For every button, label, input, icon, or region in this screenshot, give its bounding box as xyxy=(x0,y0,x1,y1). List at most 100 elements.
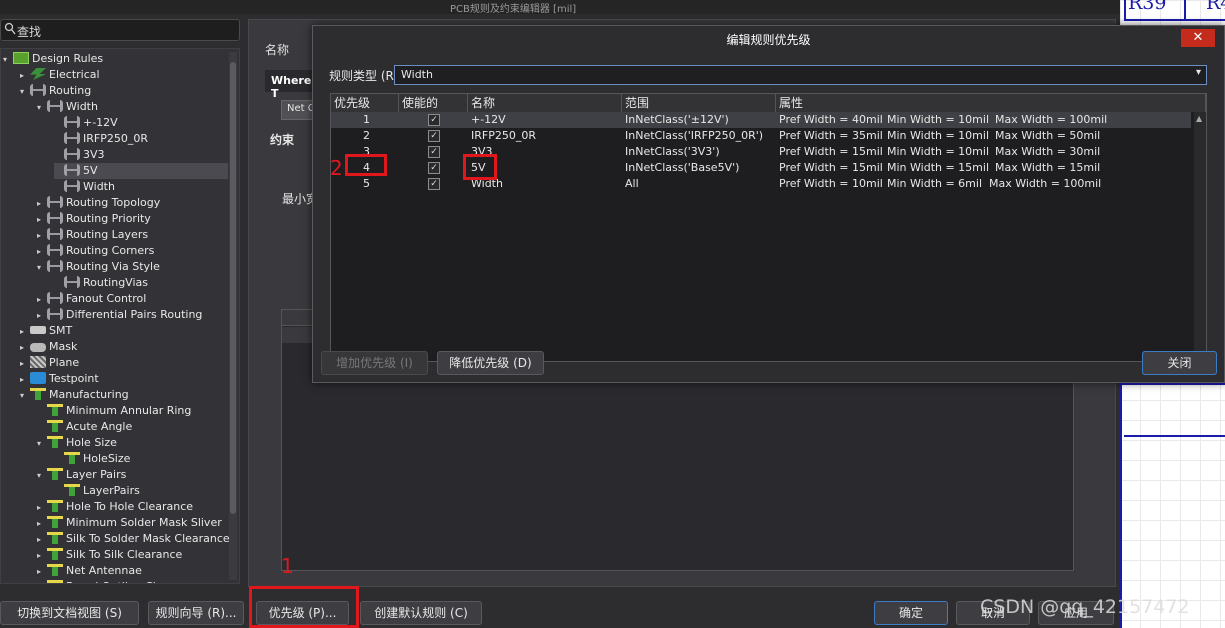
tree-item[interactable]: RoutingVias xyxy=(54,275,148,291)
tree-item[interactable]: ▸ Silk To Silk Clearance xyxy=(37,547,182,563)
tree-scroll-thumb[interactable] xyxy=(230,62,236,514)
enabled-checkbox[interactable]: ✓ xyxy=(428,178,440,190)
tree-item[interactable]: ▸ Routing Layers xyxy=(37,227,148,243)
collapse-arrow-icon[interactable]: ▸ xyxy=(37,292,47,308)
collapse-arrow-icon[interactable]: ▸ xyxy=(20,324,30,340)
tree-item[interactable]: Width xyxy=(54,179,115,195)
tree-item[interactable]: ▾ Width xyxy=(37,99,98,115)
tree-item[interactable]: ▸ Differential Pairs Routing xyxy=(37,307,202,323)
tree-item[interactable]: ▸ Silk To Solder Mask Clearance xyxy=(37,531,230,547)
tree-item[interactable]: ▾ Design Rules xyxy=(3,51,103,67)
enabled-checkbox[interactable]: ✓ xyxy=(428,162,440,174)
tree-item[interactable]: ▸ Plane xyxy=(20,355,79,371)
collapse-arrow-icon[interactable]: ▸ xyxy=(37,308,47,324)
table-row[interactable]: 1 +-12V InNetClass('±12V') Pref Width = 40m… xyxy=(331,112,1191,128)
tree-item[interactable]: ▸ Testpoint xyxy=(20,371,99,387)
tree-item[interactable]: ▸ Routing Corners xyxy=(37,243,154,259)
search-icon xyxy=(4,22,16,35)
tree-item-label: Plane xyxy=(49,356,80,369)
scroll-up-arrow-icon[interactable]: ▲ xyxy=(1196,114,1202,123)
collapse-arrow-icon[interactable]: ▸ xyxy=(37,228,47,244)
expand-arrow-icon[interactable]: ▾ xyxy=(37,100,47,116)
increase-priority-button[interactable]: 增加优先级 (I) xyxy=(321,351,428,375)
collapse-arrow-icon[interactable]: ▸ xyxy=(20,340,30,356)
collapse-arrow-icon[interactable]: ▸ xyxy=(20,356,30,372)
switch-to-document-view-button[interactable]: 切换到文档视图 (S) xyxy=(0,601,139,625)
tree-item[interactable]: ▸ Routing Topology xyxy=(37,195,160,211)
rules-tree[interactable]: ▾ Design Rules ▸ Electrical ▾ Routing ▾ Width +-… xyxy=(0,48,240,584)
tree-item[interactable]: ▸ Board Outline Cl xyxy=(37,579,156,583)
collapse-arrow-icon[interactable]: ▸ xyxy=(37,500,47,516)
table-row[interactable]: 3 3V3 InNetClass('3V3') Pref Width = 15mil M… xyxy=(331,144,1191,160)
route-rule-icon xyxy=(64,148,80,160)
col-header-enabled[interactable]: 使能的 xyxy=(399,94,468,112)
table-row[interactable]: 4 5V InNetClass('Base5V') Pref Width = 15mi… xyxy=(331,160,1191,176)
table-row[interactable]: 2 IRFP250_0R InNetClass('IRFP250_0R') Pref … xyxy=(331,128,1191,144)
rule-priority-grid[interactable]: 优先级 使能的 名称 范围 属性 1 +-12V InNetClass('±12V'… xyxy=(330,93,1207,362)
rule-type-select[interactable]: Width ▾ xyxy=(394,65,1207,85)
grid-scrollbar[interactable]: ▲ xyxy=(1194,112,1206,361)
decrease-priority-button[interactable]: 降低优先级 (D) xyxy=(437,351,544,375)
expand-arrow-icon[interactable]: ▾ xyxy=(3,52,13,68)
tree-item-label: Acute Angle xyxy=(66,420,133,433)
create-default-rules-button[interactable]: 创建默认规则 (C) xyxy=(360,601,482,625)
chevron-down-icon: ▾ xyxy=(1195,67,1201,78)
collapse-arrow-icon[interactable]: ▸ xyxy=(37,244,47,260)
expand-arrow-icon[interactable]: ▾ xyxy=(37,436,47,452)
enabled-checkbox[interactable]: ✓ xyxy=(428,146,440,158)
tree-item[interactable]: ▾ Hole Size xyxy=(37,435,117,451)
tree-item[interactable]: Acute Angle xyxy=(37,419,132,435)
collapse-arrow-icon[interactable]: ▸ xyxy=(37,196,47,212)
tree-item[interactable]: ▸ Mask xyxy=(20,339,77,355)
search-input[interactable]: 查找 xyxy=(0,19,240,41)
tree-item[interactable]: IRFP250_0R xyxy=(54,131,148,147)
close-dialog-button[interactable]: 关闭 xyxy=(1142,351,1217,375)
collapse-arrow-icon[interactable]: ▸ xyxy=(37,580,47,583)
tree-item[interactable]: HoleSize xyxy=(54,451,130,467)
tree-item-label: Silk To Silk Clearance xyxy=(66,548,183,561)
rule-wizard-button[interactable]: 规则向导 (R)... xyxy=(148,601,244,625)
tree-item[interactable]: ▸ Hole To Hole Clearance xyxy=(37,499,193,515)
collapse-arrow-icon[interactable]: ▸ xyxy=(37,564,47,580)
tree-item[interactable]: 5V xyxy=(54,163,228,179)
collapse-arrow-icon[interactable]: ▸ xyxy=(20,372,30,388)
expand-arrow-icon[interactable]: ▾ xyxy=(20,84,30,100)
tree-item[interactable]: +-12V xyxy=(54,115,118,131)
route-rule-icon xyxy=(64,180,80,192)
collapse-arrow-icon[interactable]: ▸ xyxy=(37,548,47,564)
table-row[interactable]: 5 Width All Pref Width = 10mil Min Width = 6… xyxy=(331,176,1191,192)
expand-arrow-icon[interactable]: ▾ xyxy=(37,468,47,484)
col-header-attributes[interactable]: 属性 xyxy=(776,94,1206,112)
mfg-rule-icon xyxy=(47,500,63,512)
tree-item[interactable]: ▸ Net Antennae xyxy=(37,563,142,579)
tree-item[interactable]: ▸ Electrical xyxy=(20,67,100,83)
expand-arrow-icon[interactable]: ▾ xyxy=(37,260,47,276)
collapse-arrow-icon[interactable]: ▸ xyxy=(37,516,47,532)
tree-item[interactable]: ▾ Routing xyxy=(20,83,91,99)
tree-item[interactable]: ▾ Layer Pairs xyxy=(37,467,126,483)
tree-item[interactable]: ▾ Manufacturing xyxy=(20,387,129,403)
rules-rule-icon xyxy=(13,52,29,64)
tree-item[interactable]: Minimum Annular Ring xyxy=(37,403,191,419)
tree-item[interactable]: ▾ Routing Via Style xyxy=(37,259,160,275)
col-header-name[interactable]: 名称 xyxy=(468,94,622,112)
tree-item[interactable]: LayerPairs xyxy=(54,483,140,499)
tree-item[interactable]: ▸ SMT xyxy=(20,323,72,339)
rule-type-label: 规则类型 (R xyxy=(329,69,394,83)
tree-item[interactable]: ▸ Minimum Solder Mask Sliver xyxy=(37,515,222,531)
enabled-checkbox[interactable]: ✓ xyxy=(428,114,440,126)
close-icon[interactable]: ✕ xyxy=(1181,29,1215,47)
enabled-checkbox[interactable]: ✓ xyxy=(428,130,440,142)
tree-item[interactable]: ▸ Routing Priority xyxy=(37,211,151,227)
tree-item-label: Minimum Solder Mask Sliver xyxy=(66,516,222,529)
collapse-arrow-icon[interactable]: ▸ xyxy=(37,532,47,548)
col-header-priority[interactable]: 优先级 xyxy=(331,94,399,112)
tree-item[interactable]: ▸ Fanout Control xyxy=(37,291,146,307)
expand-arrow-icon[interactable]: ▾ xyxy=(20,388,30,404)
tree-scrollbar[interactable] xyxy=(229,52,237,580)
collapse-arrow-icon[interactable]: ▸ xyxy=(20,68,30,84)
col-header-scope[interactable]: 范围 xyxy=(622,94,776,112)
tree-item[interactable]: 3V3 xyxy=(54,147,105,163)
ok-button[interactable]: 确定 xyxy=(874,601,948,625)
collapse-arrow-icon[interactable]: ▸ xyxy=(37,212,47,228)
